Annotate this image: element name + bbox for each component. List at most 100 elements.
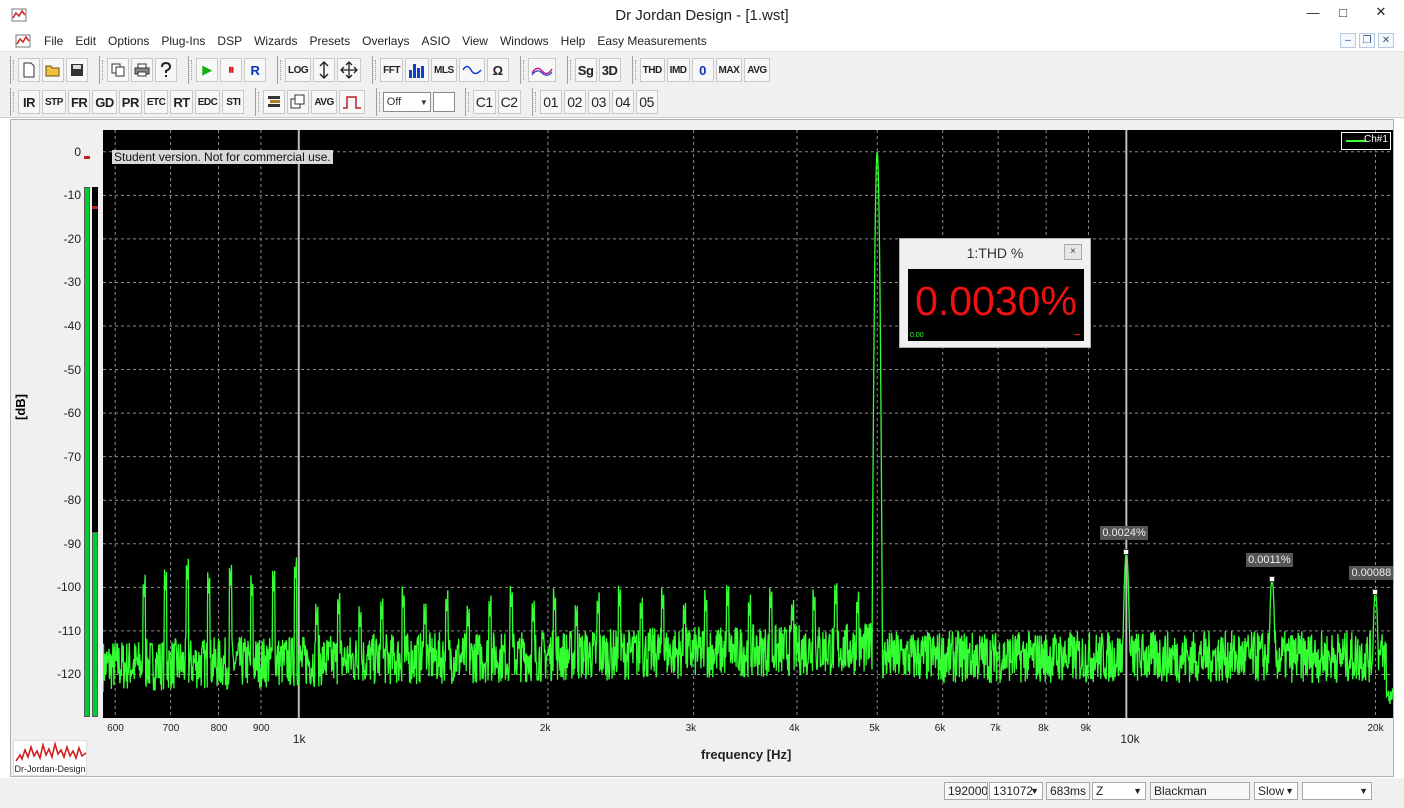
channel-1-button[interactable]: C1 [472,90,496,114]
vertical-zoom-button[interactable] [313,58,336,82]
sine-wave-button[interactable] [458,58,485,82]
spectrum-plot[interactable]: Student version. Not for commercial use.… [103,130,1394,718]
mode-select-value: Off [386,96,402,108]
sti-button[interactable]: STI [222,90,245,114]
x-tick-label: 7k [990,723,1001,734]
mode-select[interactable]: Off ▼ [382,92,431,112]
spectrum-bars-button[interactable] [405,58,429,82]
pause-button[interactable]: ⏸ [220,58,242,82]
menu-presets[interactable]: Presets [303,33,356,49]
mdi-close-button[interactable]: ✕ [1378,33,1394,48]
level-meter-right-track [92,187,98,532]
zero-button[interactable]: 0 [691,58,714,82]
preset-05-button[interactable]: 05 [635,90,658,114]
file-toolbar [10,56,93,84]
menu-plug-ins[interactable]: Plug-Ins [155,33,211,49]
mls-button[interactable]: MLS [431,58,457,82]
harmonic-marker-label: 0.0024% [1100,526,1148,541]
fr-button[interactable]: FR [67,90,91,114]
close-button[interactable]: ✕ [1358,0,1404,24]
weighting-value: Z [1096,784,1104,798]
menu-wizards[interactable]: Wizards [248,33,303,49]
pr-button[interactable]: PR [118,90,142,114]
maximize-button[interactable]: □ [1328,0,1358,24]
tool-button[interactable] [263,90,286,114]
channel-2-button[interactable]: C2 [497,90,521,114]
menu-help[interactable]: Help [555,33,592,49]
avg-button-2[interactable]: AVG [311,90,337,114]
play-button[interactable]: ▶ [196,58,218,82]
weighting-select[interactable]: Z ▼ [1092,782,1146,800]
harmonic-marker-dot[interactable] [1372,588,1379,595]
chevron-down-icon: ▼ [419,97,428,107]
preset-03-button[interactable]: 03 [587,90,610,114]
legend[interactable]: Ch#1 [1341,132,1391,150]
menu-options[interactable]: Options [102,33,155,49]
preset-04-button[interactable]: 04 [611,90,634,114]
help-button[interactable] [155,58,177,82]
extra-select[interactable]: ▼ [1302,782,1372,800]
spectrum-svg [103,130,1393,718]
menu-easy-measurements[interactable]: Easy Measurements [591,33,712,49]
toolbar-row-1: ▶ ⏸ R LOG FFT MLS Ω Sg 3D THD IMD 0 MAX … [10,55,781,85]
thd-readout-window[interactable]: 1:THD % × 0.0030% 0.00 [899,238,1091,348]
floppy-disk-icon [71,64,83,76]
thd-button[interactable]: THD [639,58,665,82]
open-button[interactable] [42,58,64,82]
impedance-button[interactable]: Ω [486,58,509,82]
minimize-button[interactable]: — [1298,0,1328,24]
x-tick-major-label: 10k [1120,732,1140,746]
sample-rate-field: 192000 [944,782,988,800]
fft-button[interactable]: FFT [380,58,403,82]
save-button[interactable] [66,58,88,82]
menu-edit[interactable]: Edit [69,33,102,49]
mdi-restore-button[interactable]: ❐ [1359,33,1375,48]
x-tick-major-label: 1k [292,732,306,746]
pulse-button[interactable] [338,90,365,114]
thd-close-button[interactable]: × [1064,244,1082,260]
preset-02-button[interactable]: 02 [563,90,586,114]
ir-button[interactable]: IR [18,90,40,114]
fft-size-select[interactable]: 131072 ▼ [989,782,1043,800]
menu-windows[interactable]: Windows [494,33,555,49]
duplicate-button[interactable] [287,90,310,114]
preset-01-button[interactable]: 01 [539,90,562,114]
y-tick-label: -90 [63,536,81,551]
3d-button[interactable]: 3D [598,58,621,82]
y-tick-label: -110 [57,623,81,638]
y-tick-label: -70 [63,449,81,464]
print-button[interactable] [131,58,153,82]
menu-dsp[interactable]: DSP [211,33,248,49]
window-title: Dr Jordan Design - [1.wst] [615,7,789,24]
generator-toolbar: Sg 3D [566,56,626,84]
imd-button[interactable]: IMD [666,58,690,82]
speed-value: Slow [1258,784,1285,798]
x-tick-label: 3k [685,723,697,734]
new-button[interactable] [18,58,40,82]
menu-view[interactable]: View [456,33,494,49]
menu-asio[interactable]: ASIO [415,33,456,49]
edc-button[interactable]: EDC [194,90,221,114]
max-hold-button[interactable]: MAX [715,58,743,82]
record-button[interactable]: R [244,58,266,82]
plot-panel: [dB] 0 -10 -20 -30 -40 -50 -60 -70 -80 -90 -100 -11… [10,119,1394,777]
color-swatch-button[interactable] [432,92,455,112]
harmonic-marker-dot[interactable] [1269,575,1276,582]
etc-button[interactable]: ETC [143,90,169,114]
signal-generator-button[interactable]: Sg [574,58,597,82]
gd-button[interactable]: GD [92,90,117,114]
sine-wave-icon [461,65,482,75]
stp-button[interactable]: STP [42,90,66,114]
harmonic-marker-dot[interactable] [1123,549,1130,556]
rt-button[interactable]: RT [170,90,193,114]
speed-select[interactable]: Slow ▼ [1254,782,1298,800]
menu-overlays[interactable]: Overlays [356,33,415,49]
document-icon[interactable] [14,33,32,49]
average-button[interactable]: AVG [744,58,770,82]
copy-button[interactable] [107,58,129,82]
waterfall-button[interactable] [527,58,556,82]
pan-button[interactable] [337,58,362,82]
mdi-minimize-button[interactable]: – [1340,33,1356,48]
log-scale-button[interactable]: LOG [285,58,312,82]
menu-file[interactable]: File [38,33,69,49]
